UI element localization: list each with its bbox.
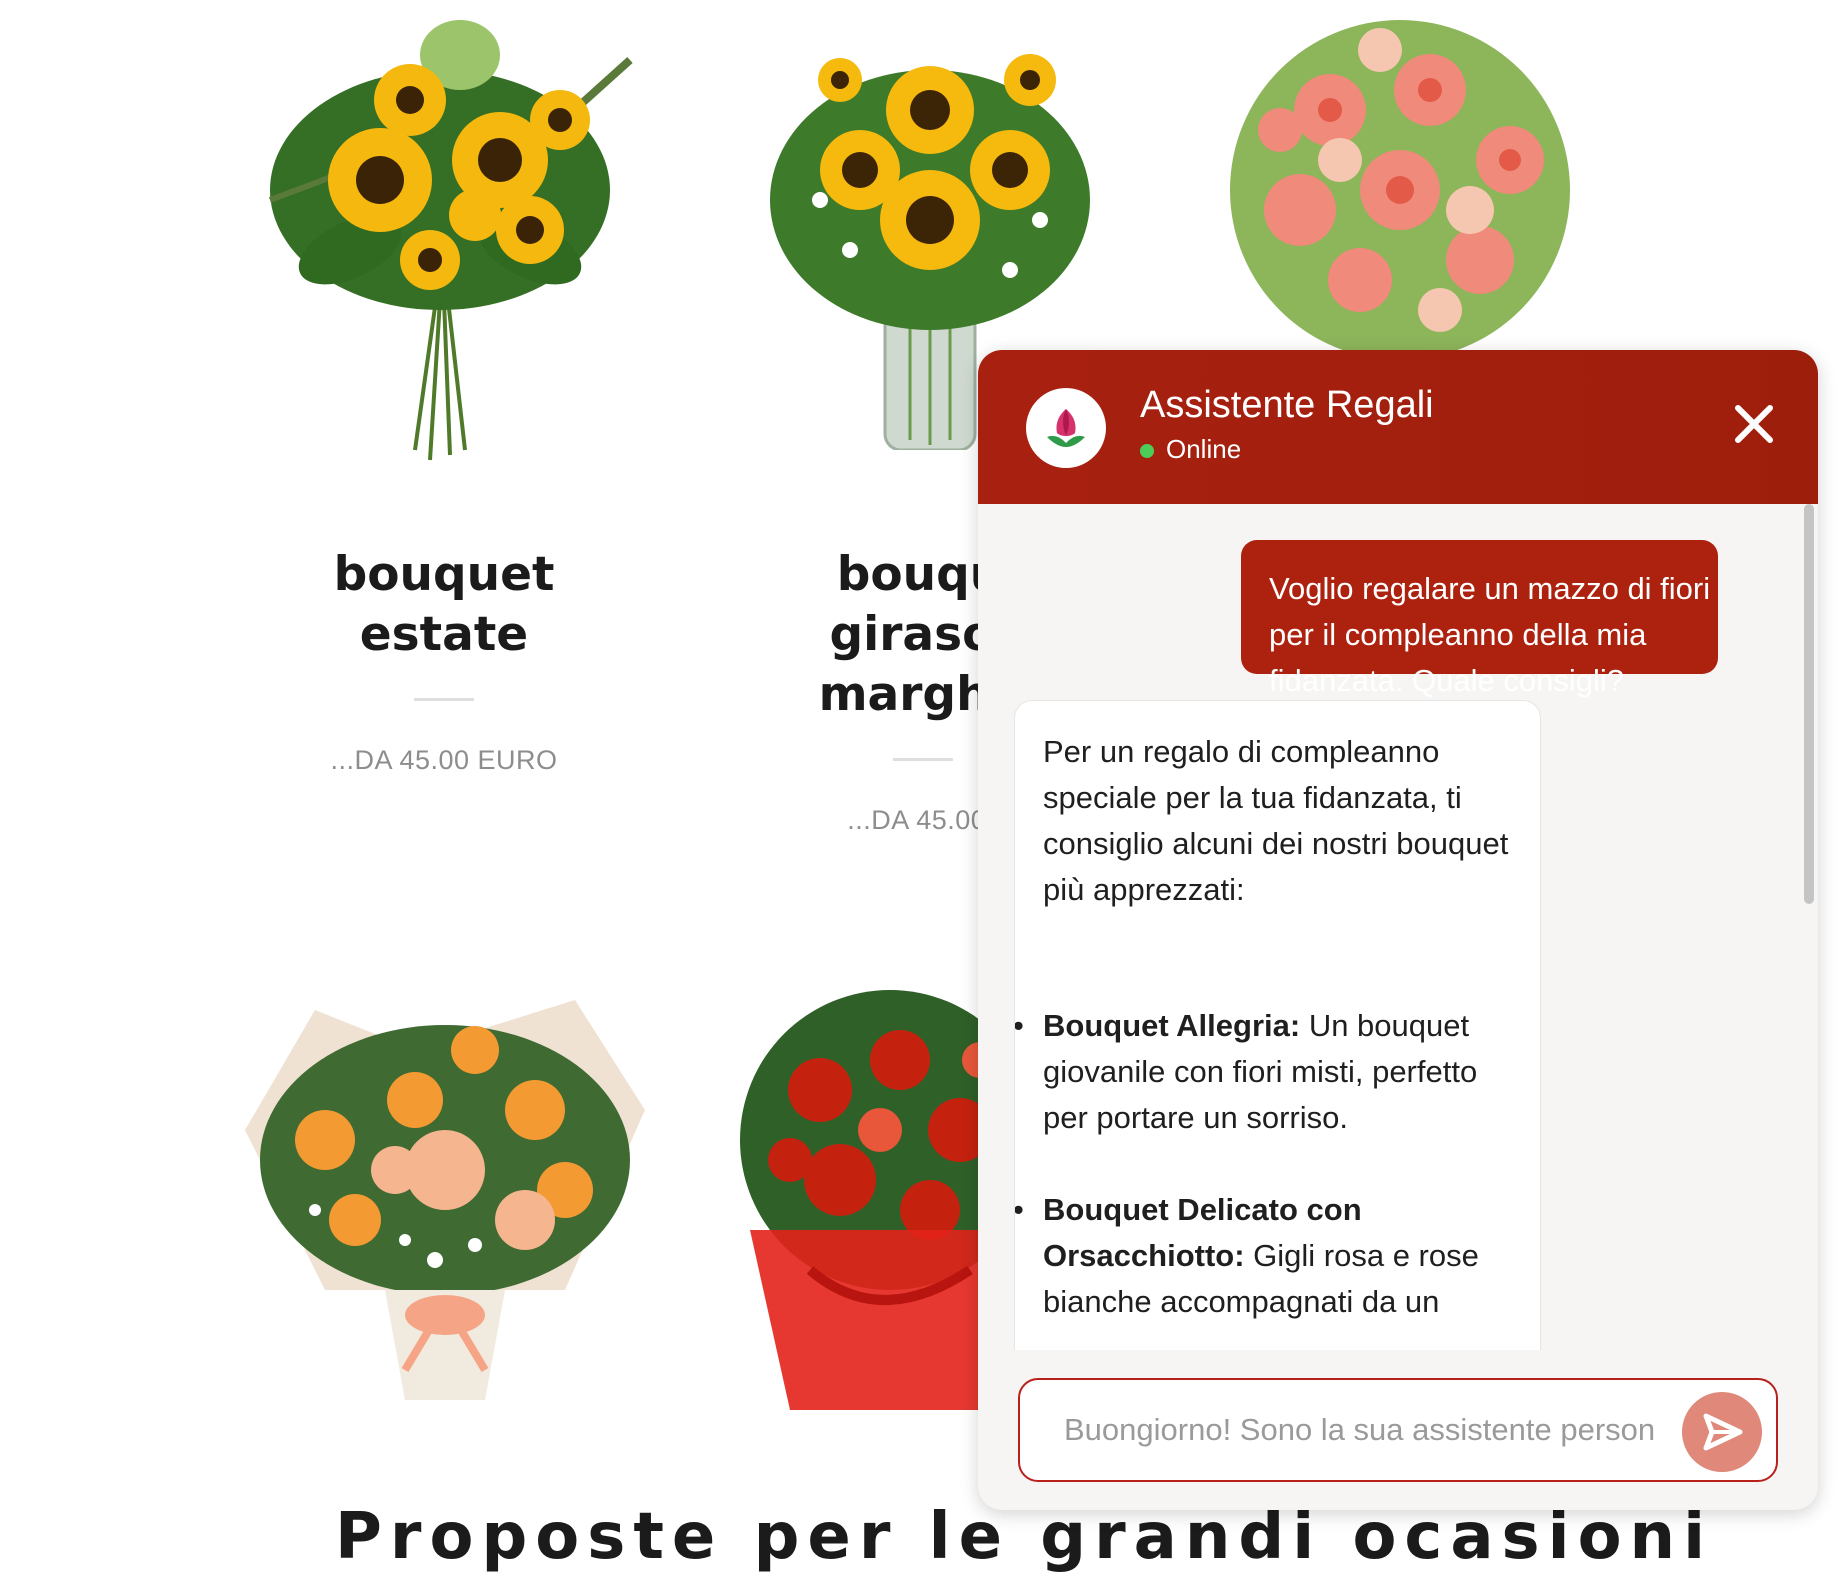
assistant-intro: Per un regalo di compleanno speciale per…	[1043, 734, 1509, 907]
chat-avatar	[1026, 388, 1106, 468]
recommendation-list: Bouquet Allegria: Un bouquet giovanile c…	[1015, 1003, 1512, 1325]
product-title-line: bouquet	[333, 547, 555, 602]
recommendation-name: Bouquet Allegria:	[1043, 1008, 1301, 1043]
product-image-estate[interactable]	[230, 0, 650, 470]
product-divider	[893, 758, 953, 761]
chat-header: Assistente Regali Online	[978, 350, 1818, 504]
product-divider	[414, 698, 474, 701]
tulip-icon	[1047, 409, 1085, 447]
product-image-rosa[interactable]	[1220, 10, 1580, 350]
recommendation-item: Bouquet Allegria: Un bouquet giovanile c…	[1015, 1003, 1512, 1141]
assistant-message: Per un regalo di compleanno speciale per…	[1014, 700, 1541, 1350]
send-icon	[1703, 1413, 1743, 1451]
product-title-estate[interactable]: bouquet estate	[294, 545, 594, 665]
close-button[interactable]	[1724, 394, 1784, 454]
product-image-arancio[interactable]	[235, 990, 655, 1420]
chat-scrollbar[interactable]	[1804, 504, 1814, 904]
user-message: Voglio regalare un mazzo di fiori per il…	[1241, 540, 1718, 698]
online-status-dot	[1140, 444, 1154, 458]
chat-status: Online	[1166, 434, 1242, 464]
section-heading: Proposte per le grandi ocasioni	[335, 1500, 1714, 1574]
product-price-estate: ...DA 45.00 EURO	[330, 745, 558, 775]
chat-input-box	[1018, 1378, 1778, 1482]
close-icon	[1735, 405, 1773, 443]
product-title-line: estate	[359, 607, 529, 662]
chat-title: Assistente Regali	[1140, 384, 1434, 426]
chat-widget: Assistente Regali Online Voglio regalare…	[978, 350, 1818, 1510]
send-button[interactable]	[1682, 1392, 1762, 1472]
chat-messages[interactable]: Voglio regalare un mazzo di fiori per il…	[978, 504, 1818, 1350]
chat-input[interactable]	[1064, 1404, 1654, 1456]
recommendation-item: Bouquet Delicato con Orsacchiotto: Gigli…	[1015, 1187, 1512, 1325]
